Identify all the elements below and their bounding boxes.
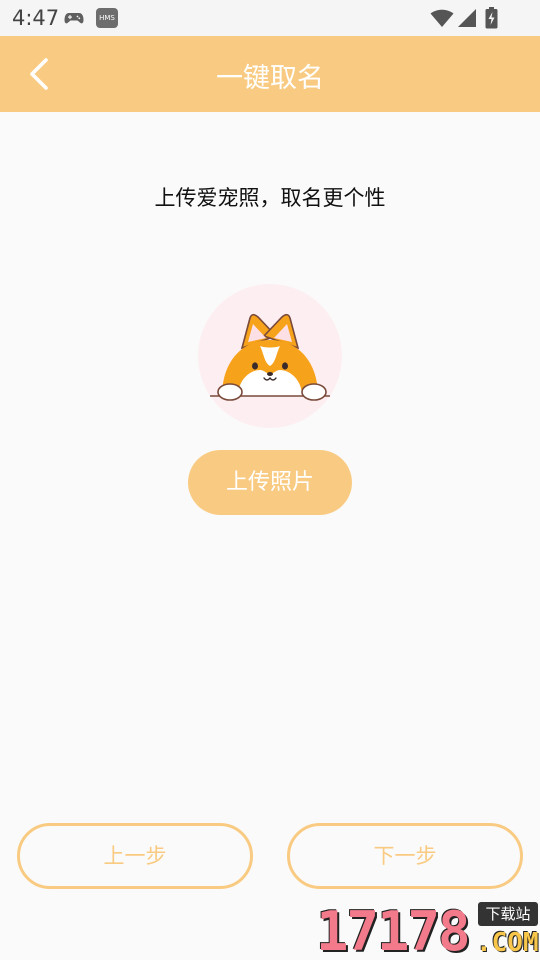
app-header: 一键取名 [0, 36, 540, 112]
site-watermark: 17178 下载站 .COM [316, 900, 540, 960]
signal-icon [458, 9, 476, 27]
status-bar: 4:47 HMS [0, 0, 540, 36]
watermark-number: 17178 [316, 900, 471, 960]
watermark-tag: 下载站 [478, 902, 538, 926]
gamepad-icon [64, 13, 84, 24]
watermark-domain: .COM [476, 928, 539, 958]
pet-avatar[interactable] [198, 284, 342, 428]
next-step-button[interactable]: 下一步 [287, 823, 523, 889]
hms-icon: HMS [96, 8, 118, 28]
wifi-icon [430, 9, 454, 27]
page-title: 一键取名 [216, 63, 324, 94]
pet-illustration [210, 313, 330, 401]
app-screen: 4:47 HMS 一键取名 上传爱宠照，取名更个性 上传照片 上一步 下一步 1… [0, 0, 540, 960]
previous-step-button[interactable]: 上一步 [17, 823, 253, 889]
tagline-text: 上传爱宠照，取名更个性 [154, 186, 386, 210]
status-time: 4:47 [12, 6, 60, 30]
upload-photo-button[interactable]: 上传照片 [188, 450, 352, 515]
battery-icon [485, 7, 498, 29]
